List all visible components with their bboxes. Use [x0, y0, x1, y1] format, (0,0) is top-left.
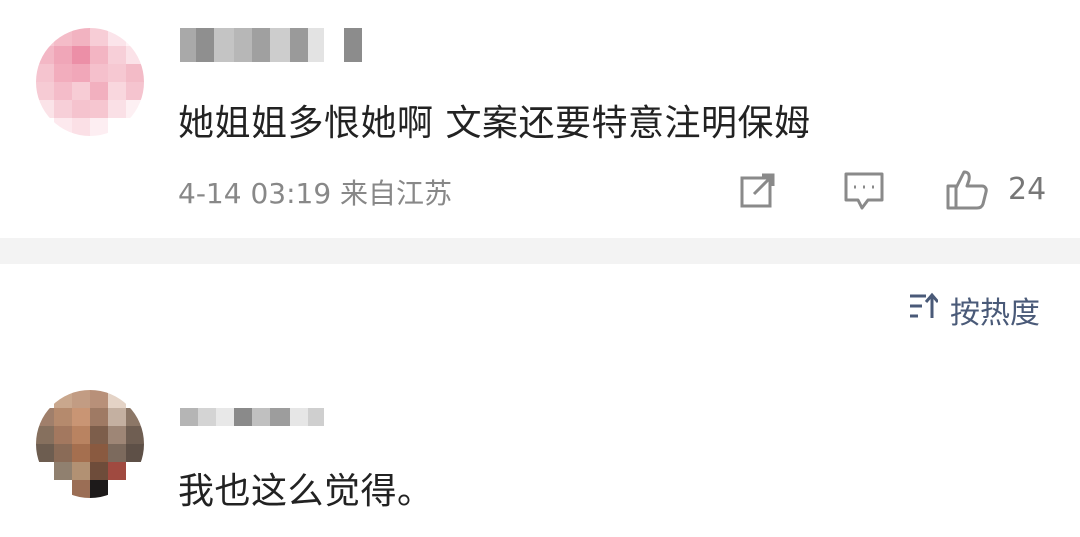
avatar-pixel	[126, 444, 144, 462]
avatar-pixel	[126, 28, 144, 46]
avatar-pixel	[72, 426, 90, 444]
avatar-pixel	[108, 100, 126, 118]
avatar-pixel	[126, 426, 144, 444]
avatar-pixel	[36, 28, 54, 46]
avatar-pixel	[54, 82, 72, 100]
avatar-pixel	[108, 408, 126, 426]
comment-date: 4-14 03:19	[178, 177, 332, 210]
avatar-pixel	[108, 444, 126, 462]
avatar-pixel	[54, 390, 72, 408]
avatar-pixel	[36, 408, 54, 426]
avatar-pixel	[36, 426, 54, 444]
avatar-pixel	[36, 46, 54, 64]
share-icon[interactable]	[738, 170, 778, 214]
avatar-pixel	[36, 64, 54, 82]
avatar-pixel	[54, 480, 72, 498]
avatar-pixel	[108, 426, 126, 444]
avatar-pixel	[126, 100, 144, 118]
avatar-pixel	[126, 118, 144, 136]
avatar-pixel	[126, 46, 144, 64]
avatar[interactable]	[36, 28, 144, 136]
comment-text: 我也这么觉得。	[178, 471, 434, 512]
avatar-pixel	[72, 118, 90, 136]
avatar-pixel	[90, 28, 108, 46]
avatar-pixel	[36, 100, 54, 118]
avatar-pixel	[90, 426, 108, 444]
avatar-pixel	[126, 480, 144, 498]
comment-meta: 4-14 03:19 来自江苏	[178, 172, 452, 212]
avatar-pixel	[54, 426, 72, 444]
section-divider	[0, 238, 1080, 264]
avatar-pixel	[54, 100, 72, 118]
avatar-pixel	[90, 100, 108, 118]
avatar-pixel	[126, 82, 144, 100]
avatar-pixel	[90, 390, 108, 408]
avatar-pixel	[36, 390, 54, 408]
avatar-pixel	[108, 28, 126, 46]
avatar-pixel	[126, 462, 144, 480]
avatar-pixel	[90, 480, 108, 498]
comment-item: 她姐姐多恨她啊 文案还要特意注明保姆 4-14 03:19 来自江苏 24	[0, 0, 1080, 238]
avatar-pixel	[90, 444, 108, 462]
avatar-pixel	[126, 408, 144, 426]
avatar-pixel	[72, 28, 90, 46]
avatar-pixel	[36, 462, 54, 480]
avatar-pixel	[90, 118, 108, 136]
sort-label: 按热度	[950, 296, 1040, 331]
avatar-pixel	[90, 46, 108, 64]
username-blurred[interactable]	[180, 408, 324, 426]
avatar-pixel	[90, 64, 108, 82]
avatar-pixel	[108, 390, 126, 408]
avatar-pixel	[36, 82, 54, 100]
avatar[interactable]	[36, 390, 144, 498]
avatar-pixel	[36, 118, 54, 136]
avatar-pixel	[54, 28, 72, 46]
avatar-pixel	[90, 408, 108, 426]
like-count: 24	[1008, 172, 1047, 207]
avatar-pixel	[72, 64, 90, 82]
avatar-pixel	[126, 390, 144, 408]
avatar-pixel	[72, 480, 90, 498]
avatar-pixel	[72, 82, 90, 100]
avatar-pixel	[72, 390, 90, 408]
avatar-pixel	[90, 82, 108, 100]
avatar-pixel	[54, 408, 72, 426]
avatar-pixel	[72, 408, 90, 426]
avatar-pixel	[54, 64, 72, 82]
avatar-pixel	[72, 444, 90, 462]
avatar-pixel	[54, 462, 72, 480]
avatar-pixel	[54, 46, 72, 64]
comment-item: 我也这么觉得。	[0, 380, 1080, 537]
comment-text: 她姐姐多恨她啊 文案还要特意注明保姆	[178, 103, 811, 144]
avatar-pixel	[54, 444, 72, 462]
avatar-pixel	[108, 82, 126, 100]
like-icon[interactable]	[944, 166, 990, 216]
comment-location: 来自江苏	[340, 177, 453, 210]
avatar-pixel	[36, 444, 54, 462]
avatar-pixel	[72, 462, 90, 480]
username-blurred[interactable]	[180, 28, 362, 62]
avatar-pixel	[108, 46, 126, 64]
avatar-pixel	[72, 46, 90, 64]
avatar-pixel	[108, 462, 126, 480]
avatar-pixel	[108, 480, 126, 498]
avatar-pixel	[108, 64, 126, 82]
sort-toggle[interactable]: 按热度	[908, 288, 1040, 332]
avatar-pixel	[72, 100, 90, 118]
avatar-pixel	[126, 64, 144, 82]
comment-icon[interactable]	[842, 170, 886, 216]
avatar-pixel	[54, 118, 72, 136]
avatar-pixel	[90, 462, 108, 480]
sort-icon	[908, 292, 940, 328]
avatar-pixel	[108, 118, 126, 136]
avatar-pixel	[36, 480, 54, 498]
